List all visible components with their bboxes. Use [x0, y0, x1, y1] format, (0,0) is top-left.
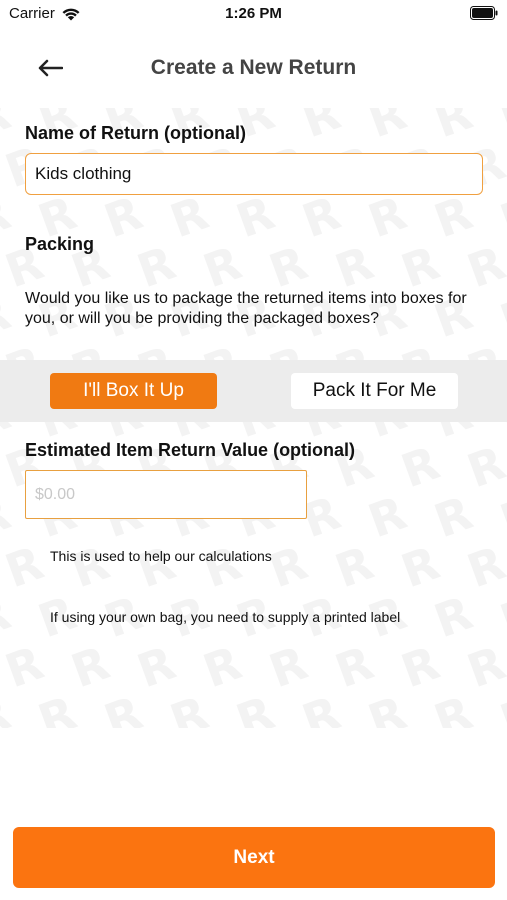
- watermark-glyph: R: [295, 685, 347, 728]
- watermark-glyph: R: [460, 535, 507, 598]
- watermark-glyph: R: [130, 535, 182, 598]
- pack-it-for-me-option[interactable]: Pack It For Me: [291, 373, 458, 409]
- watermark-glyph: R: [64, 635, 116, 698]
- watermark-glyph: R: [427, 108, 479, 148]
- watermark-glyph: R: [196, 535, 248, 598]
- watermark-glyph: R: [262, 535, 314, 598]
- watermark-glyph: R: [328, 535, 380, 598]
- watermark-glyph: R: [493, 585, 507, 648]
- estimated-value-label: Estimated Item Return Value (optional): [25, 440, 356, 460]
- watermark-glyph: R: [196, 635, 248, 698]
- watermark-glyph: R: [130, 635, 182, 698]
- watermark-glyph: R: [361, 685, 413, 728]
- watermark-glyph: R: [262, 635, 314, 698]
- return-name-input[interactable]: [25, 153, 483, 195]
- watermark-glyph: R: [64, 535, 116, 598]
- watermark-glyph: R: [163, 685, 215, 728]
- estimated-value-input[interactable]: [25, 470, 307, 519]
- nav-header: Create a New Return: [0, 40, 507, 96]
- status-time: 1:26 PM: [225, 5, 282, 22]
- watermark-glyph: R: [493, 285, 507, 348]
- box-it-up-option[interactable]: I'll Box It Up: [50, 373, 217, 409]
- watermark-glyph: R: [427, 685, 479, 728]
- watermark-glyph: R: [493, 485, 507, 548]
- watermark-glyph: R: [427, 585, 479, 648]
- watermark-glyph: R: [394, 535, 446, 598]
- packing-description: Would you like us to package the returne…: [25, 290, 467, 327]
- calculations-note: This is used to help our calculations: [50, 548, 272, 564]
- watermark-glyph: R: [493, 185, 507, 248]
- watermark-glyph: R: [394, 635, 446, 698]
- watermark-glyph: R: [394, 435, 446, 498]
- packing-label: Packing: [25, 234, 95, 254]
- return-name-label: Name of Return (optional): [25, 123, 246, 143]
- watermark-glyph: R: [361, 485, 413, 548]
- status-bar: Carrier 1:26 PM: [0, 0, 507, 30]
- battery-icon: [470, 6, 498, 20]
- watermark-glyph: R: [0, 635, 50, 698]
- watermark-glyph: R: [295, 108, 347, 148]
- watermark-glyph: R: [0, 535, 50, 598]
- watermark-glyph: R: [31, 685, 83, 728]
- watermark-glyph: R: [97, 685, 149, 728]
- bag-label-note: If using your own bag, you need to suppl…: [50, 609, 401, 625]
- watermark-glyph: R: [229, 685, 281, 728]
- next-button[interactable]: Next: [13, 827, 495, 888]
- packing-options: I'll Box It Up Pack It For Me: [0, 360, 507, 422]
- watermark-glyph: R: [460, 435, 507, 498]
- page-title: Create a New Return: [150, 56, 357, 79]
- watermark-glyph: R: [361, 108, 413, 148]
- watermark-glyph: R: [460, 635, 507, 698]
- watermark-glyph: R: [328, 635, 380, 698]
- watermark-glyph: R: [427, 485, 479, 548]
